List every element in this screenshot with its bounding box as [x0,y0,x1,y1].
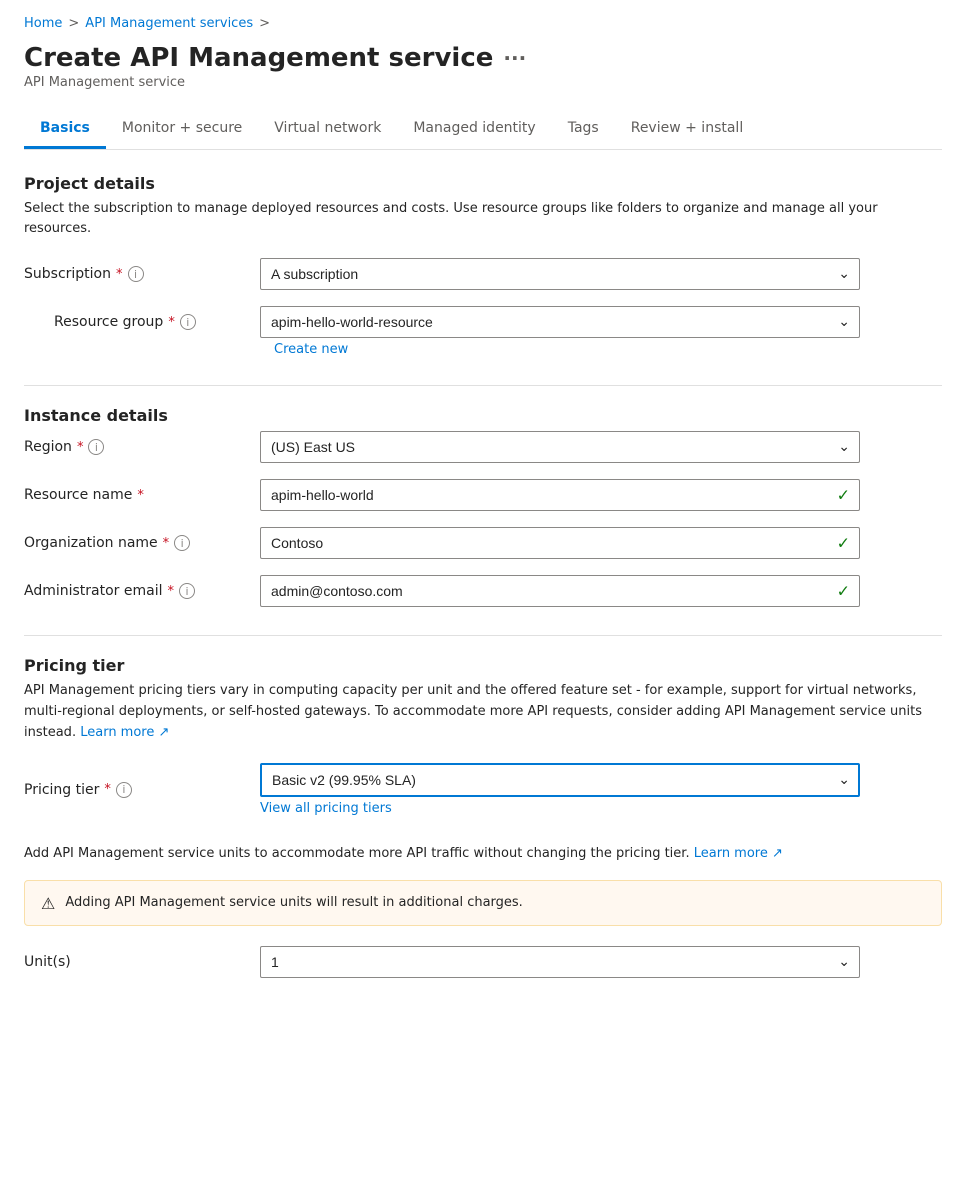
tab-basics[interactable]: Basics [24,110,106,149]
page-title-wrapper: Create API Management service ··· [24,43,942,73]
pricing-tier-section: Pricing tier API Management pricing tier… [24,656,942,816]
admin-email-row: Administrator email * i ✓ [24,575,942,607]
pricing-tier-control: Basic v2 (99.95% SLA) ⌄ View all pricing… [260,763,860,816]
resource-name-input-wrapper: ✓ [260,479,860,511]
resource-name-check-icon: ✓ [837,486,850,505]
section-divider-1 [24,385,942,386]
units-dropdown[interactable]: 1 [260,946,860,978]
admin-email-control: ✓ [260,575,860,607]
resource-name-required: * [137,488,144,503]
subscription-required: * [116,267,123,282]
resource-name-input[interactable] [260,479,860,511]
pricing-tier-title: Pricing tier [24,656,942,675]
admin-email-check-icon: ✓ [837,582,850,601]
subscription-dropdown[interactable]: A subscription [260,258,860,290]
breadcrumb-sep1: > [68,16,79,31]
tab-tags[interactable]: Tags [552,110,615,149]
subscription-control: A subscription ⌄ [260,258,860,290]
org-name-input-wrapper: ✓ [260,527,860,559]
view-all-pricing-link[interactable]: View all pricing tiers [260,801,860,816]
pricing-tier-description: API Management pricing tiers vary in com… [24,681,942,743]
tab-managed-identity[interactable]: Managed identity [397,110,551,149]
resource-group-dropdown[interactable]: apim-hello-world-resource [260,306,860,338]
pricing-tier-info-icon[interactable]: i [116,782,132,798]
pricing-tier-label: Pricing tier * i [24,782,244,798]
warning-box: ⚠ Adding API Management service units wi… [24,880,942,926]
breadcrumb: Home > API Management services > [24,16,942,31]
org-name-label: Organization name * i [24,535,244,551]
resource-group-dropdown-wrapper: apim-hello-world-resource ⌄ [260,306,860,338]
tab-review[interactable]: Review + install [615,110,760,149]
units-control: 1 ⌄ [260,946,860,978]
region-control: (US) East US ⌄ [260,431,860,463]
region-info-icon[interactable]: i [88,439,104,455]
pricing-tier-required: * [104,782,111,797]
warning-icon: ⚠ [41,894,55,913]
breadcrumb-sep2: > [259,16,270,31]
breadcrumb-api-management[interactable]: API Management services [85,16,253,31]
admin-email-label: Administrator email * i [24,583,244,599]
region-required: * [77,440,84,455]
page-subtitle: API Management service [24,75,942,90]
subscription-label: Subscription * i [24,266,244,282]
instance-details-section: Instance details Region * i (US) East US… [24,406,942,607]
units-dropdown-wrapper: 1 ⌄ [260,946,860,978]
warning-text: Adding API Management service units will… [65,893,522,913]
resource-name-row: Resource name * ✓ [24,479,942,511]
breadcrumb-home[interactable]: Home [24,16,62,31]
org-name-row: Organization name * i ✓ [24,527,942,559]
instance-details-title: Instance details [24,406,942,425]
org-name-required: * [163,536,170,551]
subscription-row: Subscription * i A subscription ⌄ [24,258,942,290]
pricing-tier-dropdown[interactable]: Basic v2 (99.95% SLA) [260,763,860,797]
page-title: Create API Management service [24,43,493,73]
admin-email-input[interactable] [260,575,860,607]
admin-email-info-icon[interactable]: i [179,583,195,599]
resource-group-label: Resource group * i [24,314,244,330]
resource-group-control: apim-hello-world-resource ⌄ [260,306,860,338]
units-section: Add API Management service units to acco… [24,844,942,978]
org-name-info-icon[interactable]: i [174,535,190,551]
org-name-check-icon: ✓ [837,534,850,553]
tab-vnet[interactable]: Virtual network [258,110,397,149]
units-label: Unit(s) [24,954,244,970]
resource-group-row: Resource group * i apim-hello-world-reso… [24,306,942,338]
resource-group-required: * [168,315,175,330]
section-divider-2 [24,635,942,636]
admin-email-required: * [168,584,175,599]
resource-name-label: Resource name * [24,487,244,503]
ellipsis-menu[interactable]: ··· [503,46,526,70]
admin-email-input-wrapper: ✓ [260,575,860,607]
tabs: Basics Monitor + secure Virtual network … [24,110,942,150]
region-dropdown-wrapper: (US) East US ⌄ [260,431,860,463]
pricing-tier-dropdown-wrapper: Basic v2 (99.95% SLA) ⌄ [260,763,860,797]
project-details-section: Project details Select the subscription … [24,174,942,357]
units-row: Unit(s) 1 ⌄ [24,946,942,978]
region-row: Region * i (US) East US ⌄ [24,431,942,463]
project-details-title: Project details [24,174,942,193]
subscription-dropdown-wrapper: A subscription ⌄ [260,258,860,290]
create-new-link[interactable]: Create new [274,342,942,357]
region-dropdown[interactable]: (US) East US [260,431,860,463]
pricing-learn-more-link[interactable]: Learn more ↗ [80,725,169,740]
subscription-info-icon[interactable]: i [128,266,144,282]
tab-monitor[interactable]: Monitor + secure [106,110,258,149]
project-details-description: Select the subscription to manage deploy… [24,199,942,238]
resource-group-info-icon[interactable]: i [180,314,196,330]
region-label: Region * i [24,439,244,455]
org-name-control: ✓ [260,527,860,559]
resource-name-control: ✓ [260,479,860,511]
org-name-input[interactable] [260,527,860,559]
pricing-tier-row: Pricing tier * i Basic v2 (99.95% SLA) ⌄… [24,763,942,816]
units-learn-more-link[interactable]: Learn more ↗ [694,846,783,861]
units-description: Add API Management service units to acco… [24,844,942,864]
